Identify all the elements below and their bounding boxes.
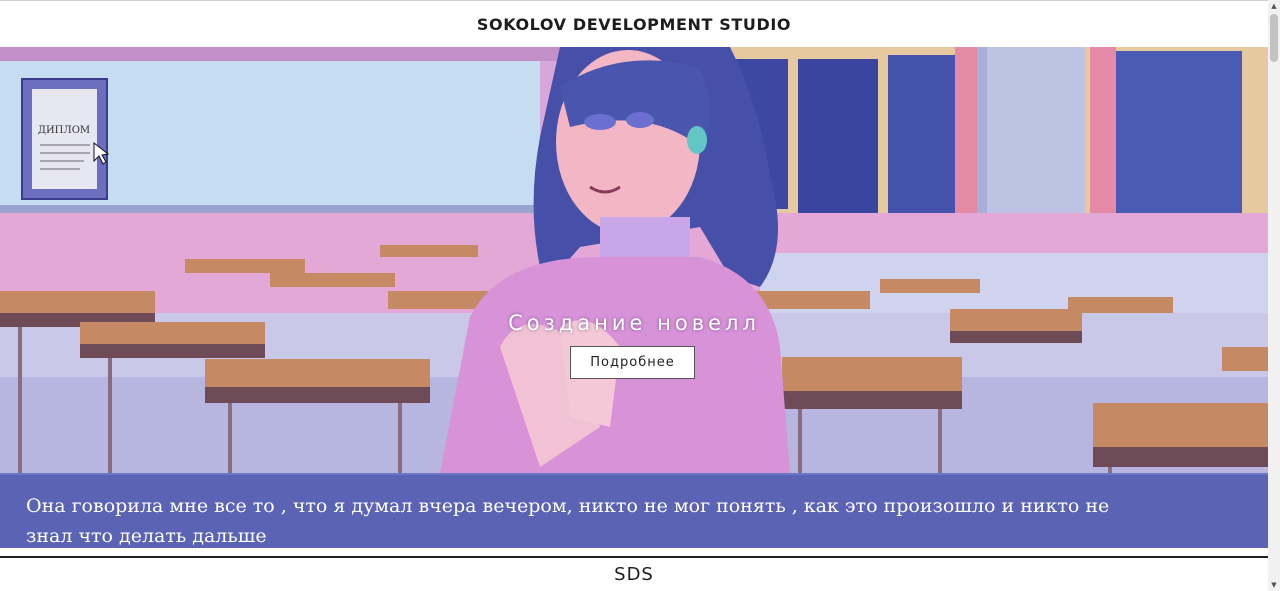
page: SOKOLOV DEVELOPMENT STUDIO ДИПЛОМ Создан… bbox=[0, 0, 1268, 591]
footer-label: SDS bbox=[614, 564, 654, 585]
triangle-up-icon[interactable]: ▲ bbox=[1268, 0, 1280, 12]
dialogue-box: Она говорила мне все то , что я думал вч… bbox=[0, 473, 1268, 548]
scrollbar-thumb[interactable] bbox=[1270, 14, 1278, 62]
footer: SDS bbox=[0, 558, 1268, 591]
hero-title: Создание новелл bbox=[508, 311, 760, 335]
triangle-down-icon[interactable]: ▼ bbox=[1268, 579, 1280, 591]
scrollbar[interactable]: ▲ ▼ bbox=[1268, 0, 1280, 591]
dialogue-text: Она говорила мне все то , что я думал вч… bbox=[26, 495, 1110, 547]
diploma-frame: ДИПЛОМ bbox=[21, 78, 110, 200]
svg-text:ДИПЛОМ: ДИПЛОМ bbox=[38, 125, 90, 136]
more-button[interactable]: Подробнее bbox=[570, 346, 695, 379]
hero-banner: ДИПЛОМ Создание новелл Подробнее Она гов… bbox=[0, 47, 1268, 548]
site-header: SOKOLOV DEVELOPMENT STUDIO bbox=[0, 1, 1268, 47]
section-divider bbox=[0, 548, 1268, 558]
site-title[interactable]: SOKOLOV DEVELOPMENT STUDIO bbox=[477, 15, 791, 34]
